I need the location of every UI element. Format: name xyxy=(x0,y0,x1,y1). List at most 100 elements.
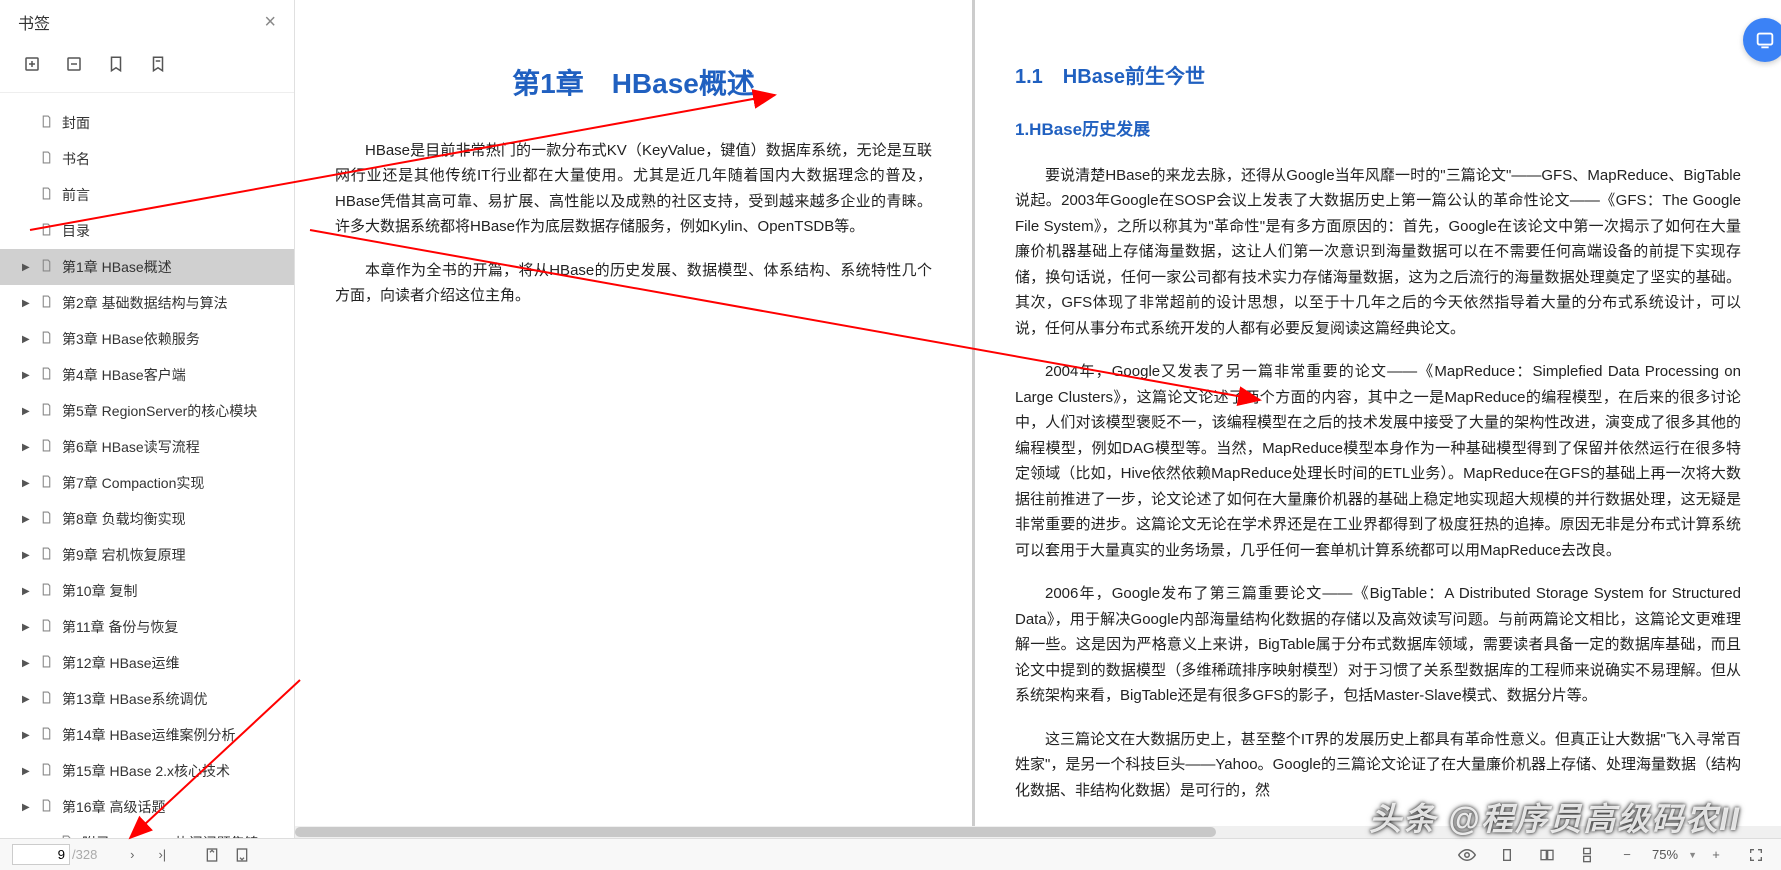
bookmark-label: 书名 xyxy=(62,149,90,169)
bookmark-item[interactable]: ▶ 第14章 HBase运维案例分析 xyxy=(0,717,294,753)
page-icon xyxy=(40,294,54,312)
bookmark-label: 第5章 RegionServer的核心模块 xyxy=(62,401,257,421)
subsection-title: 1.HBase历史发展 xyxy=(1015,116,1741,145)
chevron-down-icon[interactable]: ▼ xyxy=(1688,850,1697,860)
sidebar-toolbar xyxy=(0,44,294,93)
page-icon xyxy=(40,330,54,348)
bookmark-item[interactable]: ▶ 第16章 高级话题 xyxy=(0,789,294,825)
bookmark-item[interactable]: ▶第7章 Compaction实现 xyxy=(0,465,294,501)
expand-arrow-icon[interactable]: ▶ xyxy=(22,370,32,381)
page-icon xyxy=(40,618,54,636)
expand-arrow-icon[interactable]: ▶ xyxy=(22,262,32,273)
eye-icon[interactable] xyxy=(1454,843,1480,867)
next-page-icon[interactable]: › xyxy=(119,843,145,867)
bookmark-item[interactable]: ▶ 第4章 HBase客户端 xyxy=(0,357,294,393)
bookmark-label: 第4章 HBase客户端 xyxy=(62,365,186,385)
bookmark-label: 第9章 宕机恢复原理 xyxy=(62,545,186,565)
bookmark-item[interactable]: 书名 xyxy=(0,141,294,177)
bookmark-label: 第6章 HBase读写流程 xyxy=(62,437,200,457)
expand-arrow-icon[interactable]: ▶ xyxy=(22,658,32,669)
document-viewport[interactable]: 第1章 HBase概述 HBase是目前非常热门的一款分布式KV（KeyValu… xyxy=(295,0,1781,838)
new-bookmark-icon[interactable] xyxy=(22,54,42,74)
page-total: /328 xyxy=(72,847,97,862)
watermark: 头条 @程序员高级码农II xyxy=(1369,794,1741,840)
expand-arrow-icon[interactable]: ▶ xyxy=(22,802,32,813)
page-icon xyxy=(40,366,54,384)
bookmark-alt-icon[interactable] xyxy=(148,54,168,74)
bookmark-icon[interactable] xyxy=(106,54,126,74)
expand-arrow-icon[interactable]: ▶ xyxy=(22,622,32,633)
page-icon xyxy=(40,150,54,168)
bookmark-label: 第10章 复制 xyxy=(62,581,137,601)
bookmark-label: 第11章 备份与恢复 xyxy=(62,617,178,637)
paragraph: 2006年，Google发布了第三篇重要论文——《BigTable：A Dist… xyxy=(1015,581,1741,709)
bookmark-item[interactable]: ▶第2章 基础数据结构与算法 xyxy=(0,285,294,321)
close-icon[interactable]: × xyxy=(264,11,276,34)
assist-float-button[interactable] xyxy=(1743,18,1781,62)
bookmark-item[interactable]: ▶ 第11章 备份与恢复 xyxy=(0,609,294,645)
page-icon xyxy=(40,438,54,456)
page-icon xyxy=(40,798,54,816)
page-icon xyxy=(40,726,54,744)
bookmark-label: 前言 xyxy=(62,185,90,205)
page-number-input[interactable] xyxy=(12,844,70,865)
expand-arrow-icon[interactable]: ▶ xyxy=(22,298,32,309)
paragraph: 2004年，Google又发表了另一篇非常重要的论文——《MapReduce：S… xyxy=(1015,359,1741,563)
status-bar: /328 › ›| − 75% ▼ + xyxy=(0,838,1781,870)
page-right: 1.1 HBase前生今世 1.HBase历史发展 要说清楚HBase的来龙去脉… xyxy=(975,0,1781,838)
bookmark-item[interactable]: 前言 xyxy=(0,177,294,213)
expand-arrow-icon[interactable]: ▶ xyxy=(22,586,32,597)
expand-arrow-icon[interactable]: ▶ xyxy=(22,334,32,345)
expand-arrow-icon[interactable]: ▶ xyxy=(22,730,32,741)
bookmark-item[interactable]: 封面 xyxy=(0,105,294,141)
bookmark-label: 封面 xyxy=(62,113,90,133)
page-icon xyxy=(40,186,54,204)
bookmark-item[interactable]: ▶ 第8章 负载均衡实现 xyxy=(0,501,294,537)
expand-arrow-icon[interactable]: ▶ xyxy=(22,694,32,705)
last-page-icon[interactable]: ›| xyxy=(149,843,175,867)
fullscreen-icon[interactable] xyxy=(1743,843,1769,867)
page-left: 第1章 HBase概述 HBase是目前非常热门的一款分布式KV（KeyValu… xyxy=(295,0,975,838)
page-icon xyxy=(40,258,54,276)
continuous-icon[interactable] xyxy=(1574,843,1600,867)
zoom-control: − 75% ▼ + xyxy=(1612,843,1731,867)
expand-arrow-icon[interactable]: ▶ xyxy=(22,514,32,525)
expand-arrow-icon[interactable]: ▶ xyxy=(22,442,32,453)
page-icon xyxy=(40,402,54,420)
bookmark-item[interactable]: ▶第1章 HBase概述 xyxy=(0,249,294,285)
page-icon xyxy=(40,654,54,672)
chapter-title: 第1章 HBase概述 xyxy=(335,60,932,108)
paragraph: HBase是目前非常热门的一款分布式KV（KeyValue，键值）数据库系统，无… xyxy=(335,138,932,240)
expand-arrow-icon[interactable]: ▶ xyxy=(22,478,32,489)
bookmark-item[interactable]: ▶ 第5章 RegionServer的核心模块 xyxy=(0,393,294,429)
collapse-icon[interactable] xyxy=(64,54,84,74)
bookmark-item[interactable]: ▶第3章 HBase依赖服务 xyxy=(0,321,294,357)
single-page-icon[interactable] xyxy=(1494,843,1520,867)
bookmark-item[interactable]: ▶ 第6章 HBase读写流程 xyxy=(0,429,294,465)
bookmark-label: 第8章 负载均衡实现 xyxy=(62,509,186,529)
bookmark-item[interactable]: ▶第15章 HBase 2.x核心技术 xyxy=(0,753,294,789)
scrollbar-thumb[interactable] xyxy=(295,827,1216,837)
expand-arrow-icon[interactable]: ▶ xyxy=(22,550,32,561)
bookmark-label: 第16章 高级话题 xyxy=(62,797,165,817)
bookmark-list[interactable]: 封面书名前言目录▶第1章 HBase概述▶第2章 基础数据结构与算法▶第3章 H… xyxy=(0,93,294,838)
zoom-in-icon[interactable]: + xyxy=(1703,843,1729,867)
bookmark-item[interactable]: ▶ 第10章 复制 xyxy=(0,573,294,609)
fit-width-icon[interactable] xyxy=(229,843,255,867)
zoom-value[interactable]: 75% xyxy=(1646,847,1684,862)
bookmark-item[interactable]: ▶第12章 HBase运维 xyxy=(0,645,294,681)
zoom-out-icon[interactable]: − xyxy=(1614,843,1640,867)
page-icon xyxy=(40,546,54,564)
bookmark-sidebar: 书签 × 封面书名前言目录▶第1章 HBase概述▶第2章 基础数据结构与算法▶… xyxy=(0,0,295,838)
sidebar-header: 书签 × xyxy=(0,0,294,44)
bookmark-item[interactable]: 目录 xyxy=(0,213,294,249)
expand-arrow-icon[interactable]: ▶ xyxy=(22,766,32,777)
page-icon xyxy=(40,582,54,600)
expand-arrow-icon[interactable]: ▶ xyxy=(22,406,32,417)
bookmark-item[interactable]: ▶第13章 HBase系统调优 xyxy=(0,681,294,717)
two-page-icon[interactable] xyxy=(1534,843,1560,867)
bookmark-label: 第14章 HBase运维案例分析 xyxy=(62,725,235,745)
fit-page-icon[interactable] xyxy=(199,843,225,867)
bookmark-item[interactable]: 附录A HBase热门问题集锦 xyxy=(0,825,294,838)
bookmark-item[interactable]: ▶ 第9章 宕机恢复原理 xyxy=(0,537,294,573)
